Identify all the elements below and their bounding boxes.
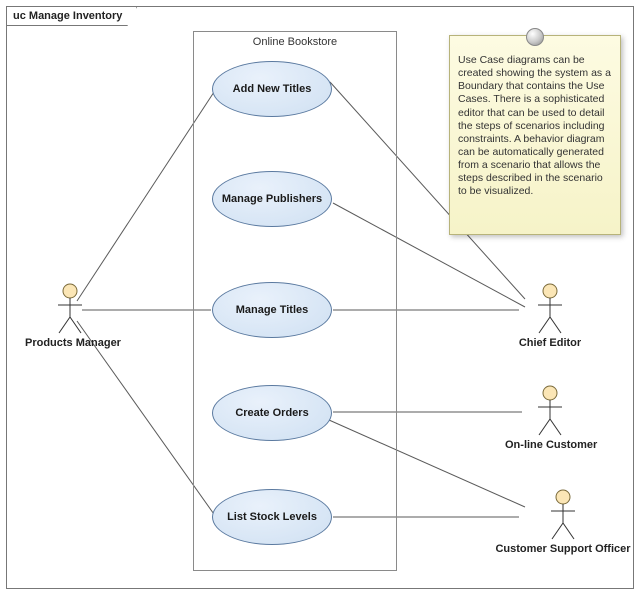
actor-customer-support-officer[interactable]: Customer Support Officer: [493, 489, 633, 555]
actor-icon: [534, 385, 566, 437]
usecase-list-stock-levels[interactable]: List Stock Levels: [212, 489, 332, 545]
usecase-create-orders[interactable]: Create Orders: [212, 385, 332, 441]
actor-label: On-line Customer: [505, 439, 595, 451]
usecase-label: Manage Titles: [236, 304, 309, 316]
actor-icon: [547, 489, 579, 541]
diagram-frame: uc Manage Inventory Online Bookstore Add…: [6, 6, 634, 589]
usecase-label: Create Orders: [235, 407, 308, 419]
actor-label: Customer Support Officer: [493, 543, 633, 555]
usecase-label: Add New Titles: [233, 83, 312, 95]
note-text: Use Case diagrams can be created showing…: [458, 54, 612, 198]
diagram-title: Manage Inventory: [29, 10, 123, 22]
actor-chief-editor[interactable]: Chief Editor: [505, 283, 595, 349]
actor-label: Chief Editor: [505, 337, 595, 349]
note-element[interactable]: Use Case diagrams can be created showing…: [449, 35, 621, 235]
system-boundary-title: Online Bookstore: [194, 36, 396, 48]
actor-icon: [54, 283, 86, 335]
actor-icon: [534, 283, 566, 335]
usecase-manage-titles[interactable]: Manage Titles: [212, 282, 332, 338]
pushpin-icon: [526, 28, 544, 46]
diagram-kind-keyword: uc: [13, 10, 26, 22]
usecase-add-new-titles[interactable]: Add New Titles: [212, 61, 332, 117]
actor-products-manager[interactable]: Products Manager: [25, 283, 115, 349]
diagram-title-tab: uc Manage Inventory: [6, 6, 137, 26]
usecase-manage-publishers[interactable]: Manage Publishers: [212, 171, 332, 227]
usecase-label: List Stock Levels: [227, 511, 317, 523]
diagram-canvas: uc Manage Inventory Online Bookstore Add…: [0, 0, 640, 595]
actor-online-customer[interactable]: On-line Customer: [505, 385, 595, 451]
usecase-label: Manage Publishers: [222, 193, 322, 205]
actor-label: Products Manager: [25, 337, 115, 349]
